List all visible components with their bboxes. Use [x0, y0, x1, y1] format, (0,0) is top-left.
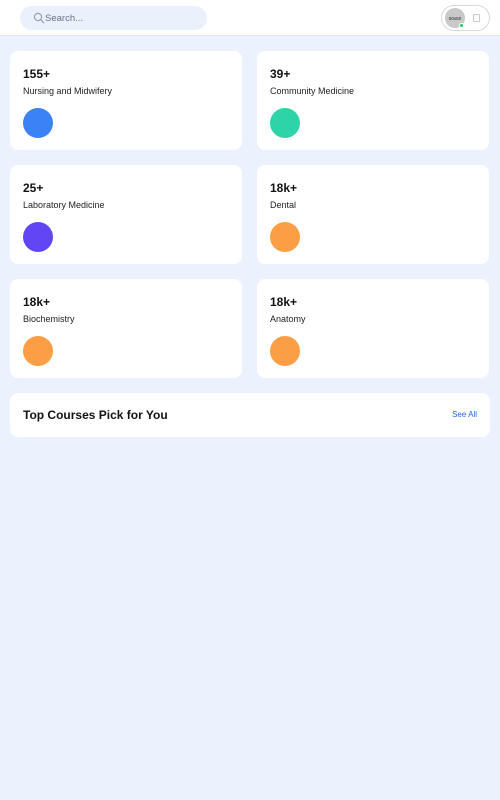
stat-label: Nursing and Midwifery — [23, 86, 113, 96]
profile-menu[interactable]: 50x50 — [441, 5, 490, 31]
stat-count: 25+ — [23, 181, 44, 195]
top-bar: 50x50 — [0, 0, 500, 36]
menu-icon[interactable] — [473, 14, 480, 22]
category-icon — [23, 108, 53, 138]
category-icon — [23, 222, 53, 252]
section-title: Top Courses Pick for You — [23, 408, 168, 422]
stat-label: Anatomy — [270, 314, 306, 324]
stat-count: 155+ — [23, 67, 51, 81]
stat-card-laboratory-medicine[interactable]: 25+ Laboratory Medicine — [10, 165, 242, 264]
search-box[interactable] — [20, 6, 207, 30]
stat-label: Community Medicine — [270, 86, 355, 96]
category-icon — [270, 222, 300, 252]
stat-count: 18k+ — [23, 295, 51, 309]
stat-card-community-medicine[interactable]: 39+ Community Medicine — [257, 51, 489, 150]
category-icon — [270, 336, 300, 366]
search-icon — [33, 12, 45, 24]
stat-count: 18k+ — [270, 295, 298, 309]
search-input[interactable] — [20, 6, 207, 30]
stat-card-dental[interactable]: 18k+ Dental — [257, 165, 489, 264]
category-icon — [23, 336, 53, 366]
online-status-dot — [459, 23, 464, 28]
stat-card-anatomy[interactable]: 18k+ Anatomy — [257, 279, 489, 378]
stat-card-biochemistry[interactable]: 18k+ Biochemistry — [10, 279, 242, 378]
stat-label: Biochemistry — [23, 314, 75, 324]
stat-count: 18k+ — [270, 181, 298, 195]
see-all-link[interactable]: See All — [452, 410, 477, 419]
top-courses-header: Top Courses Pick for You See All — [10, 393, 490, 437]
stat-label: Dental — [270, 200, 297, 210]
stat-label: Laboratory Medicine — [23, 200, 105, 210]
stat-card-nursing-and-midwifery[interactable]: 155+ Nursing and Midwifery — [10, 51, 242, 150]
stat-count: 39+ — [270, 67, 291, 81]
category-icon — [270, 108, 300, 138]
